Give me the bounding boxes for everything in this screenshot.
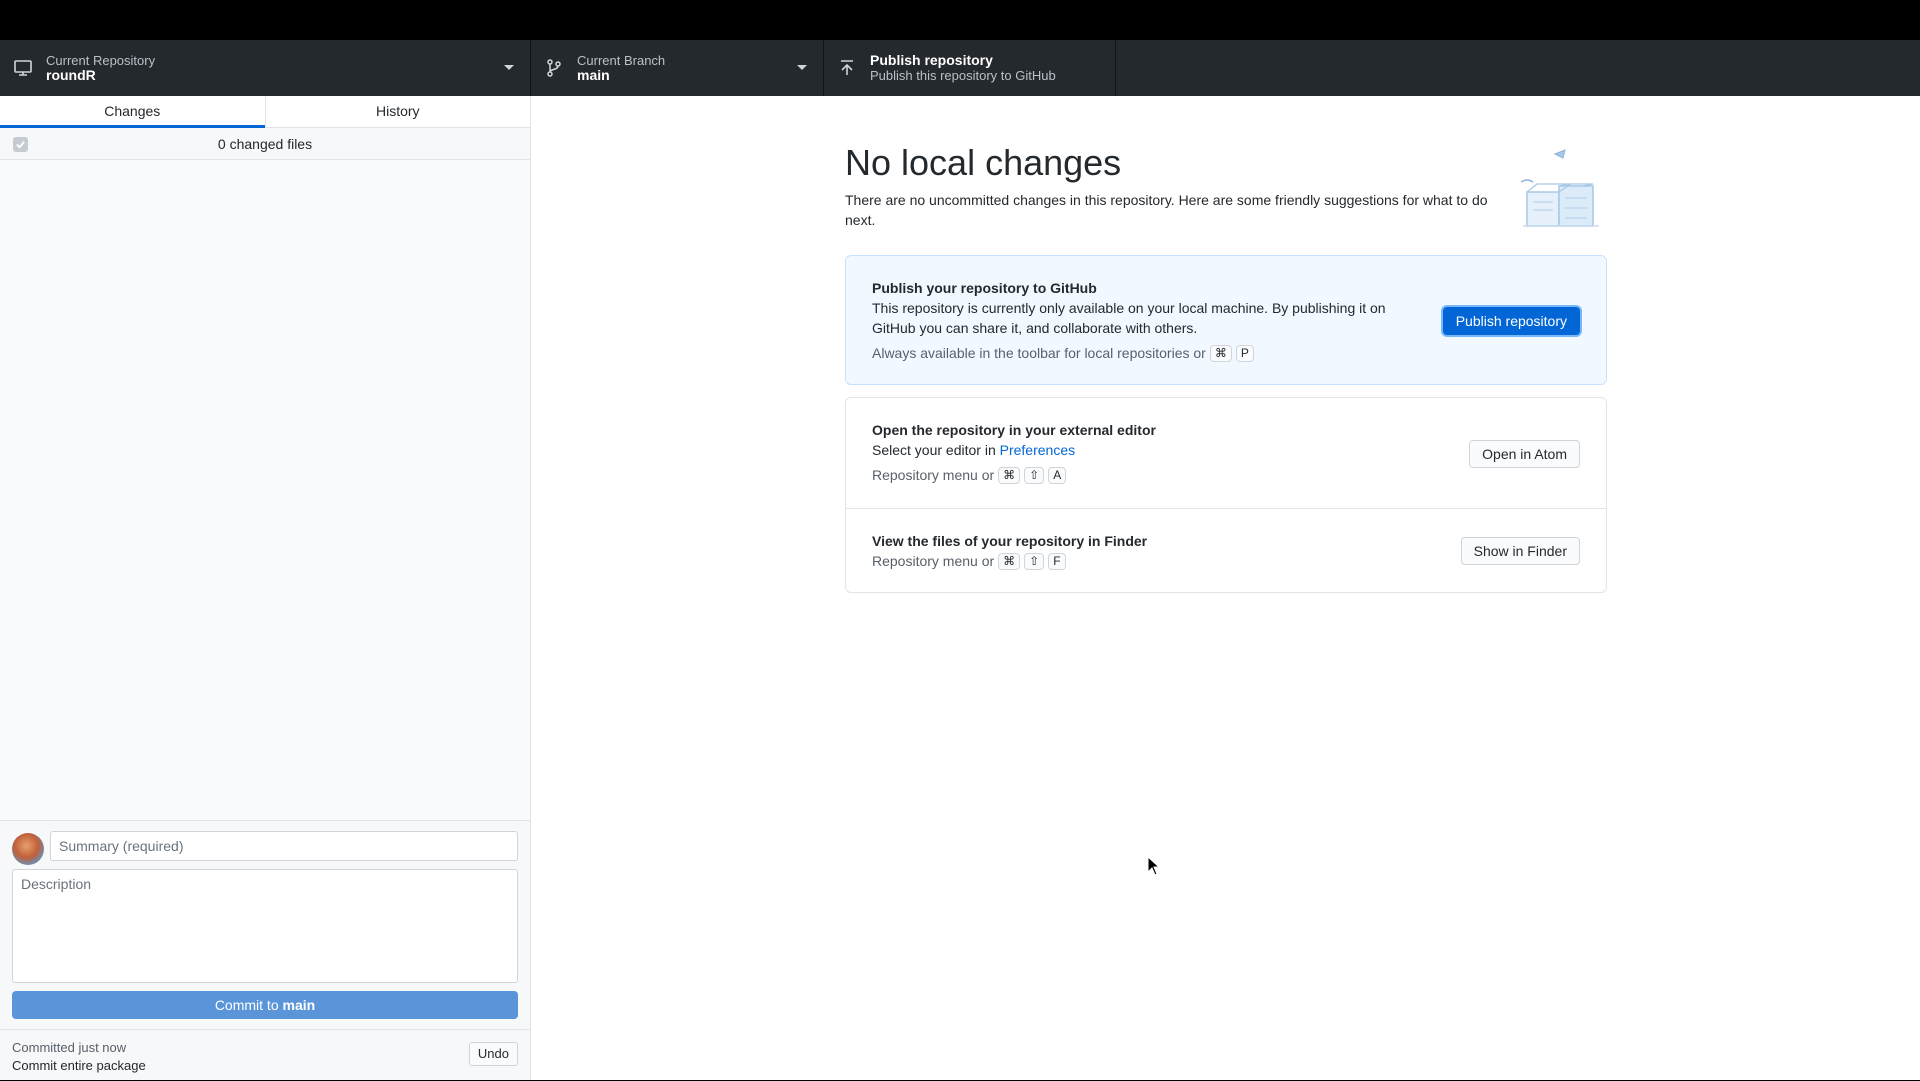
current-branch-name: main bbox=[577, 67, 610, 83]
sidebar-tabs: Changes History bbox=[0, 96, 530, 128]
command-key: ⌘ bbox=[1209, 344, 1232, 362]
publish-hint-text: Always available in the toolbar for loca… bbox=[872, 345, 1206, 361]
command-key: ⌘ bbox=[998, 466, 1021, 484]
commit-button[interactable]: Commit to main bbox=[12, 991, 518, 1019]
editor-cell: Open the repository in your external edi… bbox=[846, 398, 1606, 508]
current-repository-name: roundR bbox=[46, 67, 96, 83]
suggestions-card: Open the repository in your external edi… bbox=[845, 397, 1607, 593]
app-window: Current Repository roundR Current Branch… bbox=[0, 0, 1920, 1080]
a-key: A bbox=[1048, 466, 1067, 484]
publish-card-title: Publish your repository to GitHub bbox=[872, 280, 1097, 296]
publish-repository-toolbar-button[interactable]: Publish this repository to GitHub Publis… bbox=[824, 40, 1116, 96]
sidebar: Changes History 0 changed files Summary … bbox=[0, 96, 531, 1080]
tab-history[interactable]: History bbox=[264, 96, 531, 127]
publish-repository-button[interactable]: Publish repository bbox=[1442, 307, 1580, 335]
publish-card: Publish your repository to GitHub This r… bbox=[845, 255, 1607, 385]
description-textarea[interactable]: Description bbox=[12, 869, 518, 983]
shift-key: ⇧ bbox=[1024, 552, 1045, 570]
current-repository-dropdown[interactable]: Current Repository roundR bbox=[0, 40, 531, 96]
open-in-atom-button[interactable]: Open in Atom bbox=[1469, 440, 1580, 468]
publish-cell: Publish your repository to GitHub This r… bbox=[846, 256, 1606, 385]
undo-commit-message: Commit entire package bbox=[12, 1058, 146, 1073]
shift-key: ⇧ bbox=[1024, 466, 1045, 484]
preferences-link[interactable]: Preferences bbox=[1000, 442, 1075, 458]
checkmark-icon bbox=[16, 141, 25, 149]
undo-button[interactable]: Undo bbox=[468, 1042, 518, 1066]
desktop-icon bbox=[12, 57, 34, 79]
commit-message-area: Summary (required) Description Commit to… bbox=[0, 820, 530, 1080]
publish-repository-desc: Publish this repository to GitHub bbox=[870, 68, 1056, 83]
commit-button-prefix: Commit to bbox=[214, 997, 279, 1013]
command-key: ⌘ bbox=[998, 552, 1021, 570]
finder-hint-text: Repository menu or bbox=[872, 553, 995, 569]
select-all-checkbox[interactable] bbox=[13, 137, 28, 152]
editor-desc-prefix: Select your editor in bbox=[872, 442, 996, 458]
current-branch-label: Current Branch bbox=[577, 53, 666, 68]
show-in-finder-button[interactable]: Show in Finder bbox=[1460, 537, 1580, 565]
current-branch-dropdown[interactable]: Current Branch main bbox=[531, 40, 824, 96]
summary-input[interactable]: Summary (required) bbox=[50, 831, 518, 861]
tab-changes[interactable]: Changes bbox=[0, 96, 265, 128]
mouse-cursor-icon bbox=[1147, 856, 1161, 876]
publish-repository-title: Publish repository bbox=[870, 52, 993, 68]
p-key: P bbox=[1235, 344, 1254, 362]
git-branch-icon bbox=[543, 57, 565, 79]
changes-header: 0 changed files bbox=[0, 128, 530, 160]
editor-card-hint: Repository menu or ⌘ ⇧ A bbox=[872, 465, 1580, 485]
editor-card-desc: Select your editor in Preferences bbox=[872, 440, 1392, 460]
blank-slate-header: No local changes There are no uncommitte… bbox=[845, 142, 1607, 230]
chevron-down-icon bbox=[504, 65, 514, 70]
publish-card-desc: This repository is currently only availa… bbox=[872, 300, 1386, 336]
undo-timestamp: Committed just now bbox=[12, 1040, 127, 1055]
undo-commit-bar: Committed just now Commit entire package… bbox=[0, 1029, 530, 1081]
avatar bbox=[12, 833, 44, 865]
chevron-down-icon bbox=[797, 65, 807, 70]
finder-cell: View the files of your repository in Fin… bbox=[846, 508, 1606, 592]
page-subtitle: There are no uncommitted changes in this… bbox=[845, 192, 1488, 228]
changed-files-count: 0 changed files bbox=[217, 135, 313, 152]
upload-icon bbox=[836, 57, 858, 79]
f-key: F bbox=[1048, 552, 1066, 570]
toolbar: Current Repository roundR Current Branch… bbox=[0, 40, 1920, 96]
publish-card-hint: Always available in the toolbar for loca… bbox=[872, 343, 1580, 363]
page-title: No local changes bbox=[845, 142, 1122, 183]
empty-state-illustration bbox=[1520, 149, 1599, 227]
editor-card-title: Open the repository in your external edi… bbox=[872, 422, 1156, 438]
editor-hint-text: Repository menu or bbox=[872, 467, 995, 483]
current-repository-label: Current Repository bbox=[46, 53, 156, 68]
commit-button-branch: main bbox=[282, 997, 316, 1013]
